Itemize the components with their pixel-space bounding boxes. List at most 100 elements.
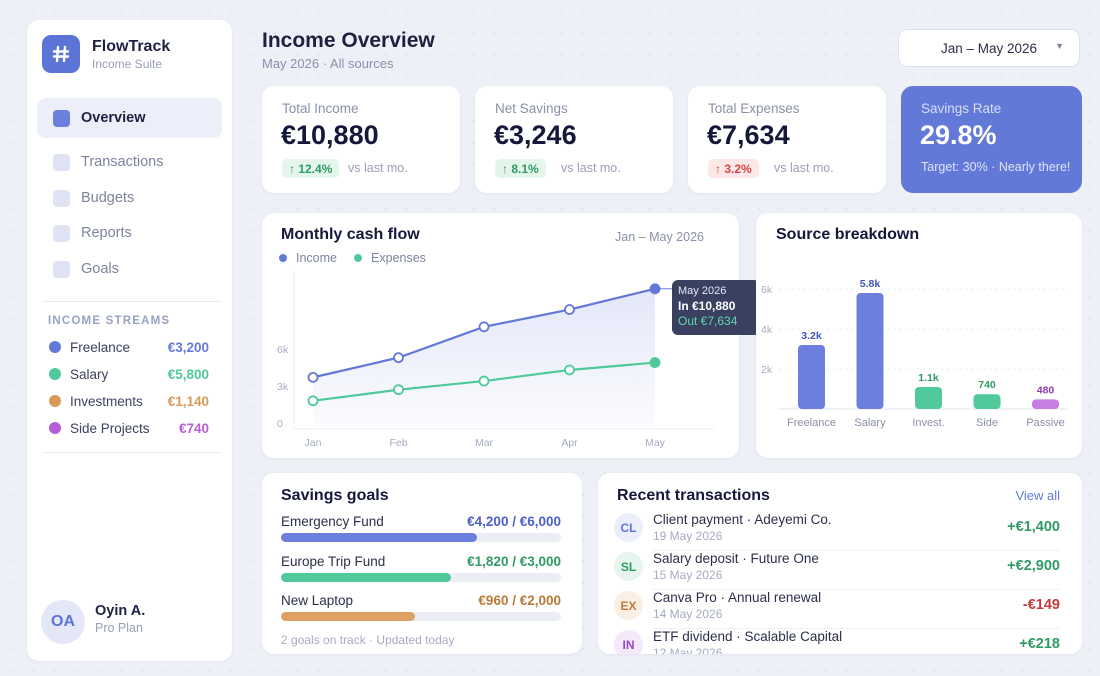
stream-salary[interactable]: Salary €5,800 — [49, 364, 209, 384]
x-tick-label: May — [645, 437, 666, 449]
view-all-link[interactable]: View all — [1015, 488, 1060, 503]
goal-progress-track — [281, 612, 561, 621]
kpi-total-income: Total Income €10,880 ↑ 12.4% vs last mo. — [262, 86, 460, 193]
breakdown-chart: 2k 4k 6k 3.2k Freelance 5.8k Salary 1.1k Invest.… — [761, 278, 1068, 429]
goal-progress-fill — [281, 612, 416, 621]
user-name: Oyin A. — [95, 603, 146, 619]
goal-progress-track — [281, 573, 561, 582]
transaction-row[interactable]: CL Client payment · Adeyemi Co. 19 May 2… — [614, 512, 1060, 551]
x-tick-label: Freelance — [787, 417, 836, 429]
kpi-delta-badge: ↑ 12.4% — [282, 159, 340, 178]
stream-label: Salary — [70, 366, 109, 382]
x-tick-label: Passive — [1026, 417, 1065, 429]
nav-overview[interactable]: Overview — [37, 98, 222, 138]
income-point — [307, 371, 319, 383]
bar-value-label: 740 — [978, 379, 996, 391]
cashflow-card: Monthly cash flow Jan – May 2026 Income … — [262, 213, 760, 458]
expenses-point — [564, 364, 575, 376]
stream-freelance[interactable]: Freelance €3,200 — [49, 337, 209, 357]
kpi-comparison: vs last mo. — [561, 161, 621, 175]
y-tick-label: 3k — [277, 381, 289, 393]
stream-label: Side Projects — [70, 420, 150, 436]
transaction-name: ETF dividend · Scalable Capital — [653, 629, 843, 644]
x-tick-label: Side — [976, 417, 998, 429]
transaction-row[interactable]: SL Salary deposit · Future One 15 May 20… — [614, 551, 1060, 590]
kpi-label: Net Savings — [495, 101, 568, 116]
goals-title: Savings goals — [281, 487, 389, 504]
page-subtitle: May 2026 · All sources — [262, 56, 394, 71]
cashflow-chart: 0 3k 6k Jan Feb Mar Apr May — [277, 271, 714, 449]
caret-down-icon: ▼ — [1055, 41, 1064, 51]
income-point — [564, 304, 575, 315]
transaction-avatar: IN — [614, 630, 643, 654]
stream-side-projects[interactable]: Side Projects €740 — [49, 418, 209, 438]
bar — [798, 345, 825, 409]
goal-name: Europe Trip Fund — [281, 554, 386, 569]
tooltip-expenses: Out €7,634 — [678, 314, 738, 328]
nav-label: Transactions — [81, 154, 164, 170]
budgets-icon — [53, 189, 70, 207]
stream-label: Freelance — [70, 339, 131, 355]
transaction-avatar: CL — [614, 513, 643, 542]
transaction-amount: +€2,900 — [1007, 558, 1060, 574]
transaction-row[interactable]: IN ETF dividend · Scalable Capital 12 Ma… — [614, 629, 1060, 654]
x-tick-label: Salary — [854, 417, 886, 429]
stream-investments[interactable]: Investments €1,140 — [49, 391, 209, 411]
kpi-label: Total Income — [282, 101, 359, 116]
kpi-comparison: vs last mo. — [774, 161, 834, 175]
avatar[interactable]: OA — [41, 600, 85, 644]
goal-name: Emergency Fund — [281, 514, 384, 529]
goals-icon — [53, 260, 70, 278]
stream-dot — [49, 368, 61, 380]
y-tick-label: 6k — [277, 344, 289, 356]
bar-value-label: 5.8k — [860, 278, 881, 290]
nav-label: Overview — [81, 110, 146, 126]
bar-value-label: 1.1k — [918, 372, 939, 384]
x-tick-label: Mar — [475, 437, 494, 449]
y-tick-label: 0 — [277, 418, 283, 430]
date-range-value: Jan – May 2026 — [940, 40, 1038, 56]
divider — [42, 301, 222, 302]
nav-transactions[interactable]: Transactions — [37, 142, 222, 182]
goal-progress-track — [281, 533, 561, 542]
date-range-select[interactable]: Jan – May 2026 ▼ — [898, 29, 1080, 67]
goal-amount: €960 / €2,000 — [478, 593, 561, 608]
breakdown-card: Source breakdown 2k 4k 6k 3.2k Freelance 5.8k… — [756, 213, 1082, 458]
goals-footer: 2 goals on track · Updated today — [281, 633, 455, 647]
income-point — [393, 352, 404, 364]
stream-dot — [49, 422, 61, 434]
sidebar: FlowTrack Income Suite Overview Transact… — [27, 20, 232, 661]
app-frame: FlowTrack Income Suite Overview Transact… — [2, 0, 1098, 674]
x-tick-label: Feb — [389, 437, 407, 449]
nav-budgets[interactable]: Budgets — [37, 178, 222, 218]
nav-reports[interactable]: Reports — [37, 213, 222, 253]
savings-goals-card: Savings goals Emergency Fund €4,200 / €6… — [262, 473, 582, 654]
nav-label: Goals — [81, 261, 119, 277]
bar-value-label: 3.2k — [801, 330, 822, 342]
kpi-savings-rate: Savings Rate 29.8% Target: 30% · Nearly … — [901, 86, 1082, 193]
transaction-name: Salary deposit · Future One — [653, 551, 819, 566]
x-tick-label: Invest. — [912, 417, 944, 429]
transactions-card: Recent transactions View all CL Client p… — [598, 473, 1082, 654]
expenses-point — [478, 375, 490, 387]
stream-amount: €5,800 — [167, 366, 209, 382]
goal-amount: €1,820 / €3,000 — [467, 554, 561, 569]
income-point — [649, 283, 661, 295]
reports-icon — [53, 224, 70, 242]
app-subtitle: Income Suite — [92, 57, 163, 71]
transaction-avatar: EX — [614, 591, 643, 620]
nav-goals[interactable]: Goals — [37, 249, 222, 289]
goal-progress-fill — [281, 573, 451, 582]
expenses-point — [649, 357, 661, 368]
transaction-row[interactable]: EX Canva Pro · Annual renewal 14 May 202… — [614, 590, 1060, 629]
kpi-net-savings: Net Savings €3,246 ↑ 8.1% vs last mo. — [475, 86, 673, 193]
expenses-point — [393, 384, 404, 396]
tooltip-month: May 2026 — [678, 285, 727, 297]
y-tick-label: 6k — [761, 284, 773, 296]
chart-tooltip: May 2026 In €10,880 Out €7,634 — [672, 280, 760, 335]
stream-amount: €740 — [178, 420, 209, 436]
transactions-icon — [53, 153, 70, 171]
goal-progress-fill — [281, 533, 477, 542]
transaction-avatar: SL — [614, 552, 643, 581]
income-point — [478, 321, 490, 333]
